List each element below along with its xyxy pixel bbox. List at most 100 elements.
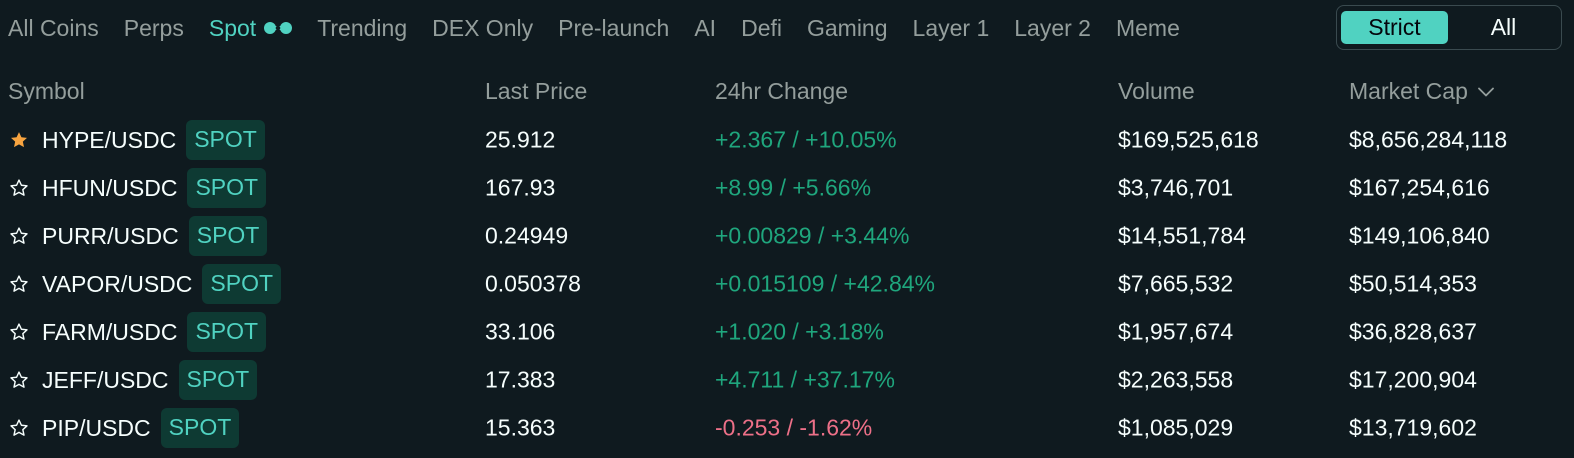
- tab-meme[interactable]: Meme: [1116, 15, 1180, 42]
- all-button[interactable]: All: [1450, 11, 1557, 44]
- tab-label: AI: [694, 14, 717, 41]
- tab-spot[interactable]: Spot: [208, 14, 293, 42]
- 24hr-change: +0.015109 / +42.84%: [715, 270, 935, 297]
- last-price: 17.383: [485, 366, 556, 393]
- column-header-last-price[interactable]: Last Price: [485, 78, 587, 105]
- star-outline-icon[interactable]: [9, 418, 29, 438]
- volume: $1,957,674: [1118, 318, 1234, 345]
- market-cap: $149,106,840: [1349, 222, 1490, 249]
- tab-label: All Coins: [8, 14, 99, 41]
- tab-perps[interactable]: Perps: [124, 15, 184, 42]
- symbol-cell: PIP/USDC SPOT: [42, 408, 240, 448]
- star-outline-icon[interactable]: [9, 322, 29, 342]
- spot-badge: SPOT: [186, 120, 265, 160]
- market-cap: $8,656,284,118: [1349, 126, 1508, 153]
- toggle-icon[interactable]: [264, 20, 293, 36]
- symbol-name: VAPOR/USDC: [42, 270, 193, 297]
- symbol-name: PURR/USDC: [42, 222, 179, 249]
- last-price: 0.050378: [485, 270, 581, 297]
- volume: $3,746,701: [1118, 174, 1234, 201]
- 24hr-change: +1.020 / +3.18%: [715, 318, 884, 345]
- last-price: 33.106: [485, 318, 556, 345]
- table-row[interactable]: PIP/USDC SPOT 15.363 -0.253 / -1.62% $1,…: [0, 404, 1574, 452]
- tab-layer-1[interactable]: Layer 1: [913, 15, 990, 42]
- column-label: Last Price: [485, 78, 588, 104]
- market-filter-tabs: All Coins Perps Spot Trending DEX Only P…: [8, 0, 1205, 56]
- tab-trending[interactable]: Trending: [317, 15, 407, 42]
- tab-label: DEX Only: [432, 14, 534, 41]
- spot-badge: SPOT: [202, 264, 282, 304]
- star-outline-icon[interactable]: [9, 274, 29, 294]
- volume: $1,085,029: [1118, 414, 1234, 441]
- star-outline-icon[interactable]: [9, 370, 29, 390]
- table-row[interactable]: FARM/USDC SPOT 33.106 +1.020 / +3.18% $1…: [0, 308, 1574, 356]
- column-label: Volume: [1118, 78, 1195, 104]
- tab-ai[interactable]: AI: [694, 15, 716, 42]
- symbol-name: HFUN/USDC: [42, 174, 178, 201]
- last-price: 0.24949: [485, 222, 569, 249]
- strict-button[interactable]: Strict: [1341, 11, 1448, 44]
- market-cap: $13,719,602: [1349, 414, 1477, 441]
- tab-label: Gaming: [806, 14, 888, 41]
- table-row[interactable]: HFUN/USDC SPOT 167.93 +8.99 / +5.66% $3,…: [0, 164, 1574, 212]
- tab-pre-launch[interactable]: Pre-launch: [558, 15, 669, 42]
- spot-badge: SPOT: [160, 408, 240, 448]
- spot-badge: SPOT: [178, 360, 258, 400]
- symbol-name: JEFF/USDC: [42, 366, 169, 393]
- tab-defi[interactable]: Defi: [741, 15, 782, 42]
- market-cap: $50,514,353: [1349, 270, 1477, 297]
- tab-label: Layer 2: [1014, 14, 1091, 41]
- tab-all-coins[interactable]: All Coins: [8, 15, 99, 42]
- table-row[interactable]: HYPE/USDC SPOT 25.912 +2.367 / +10.05% $…: [0, 116, 1574, 164]
- strict-all-toggle: Strict All: [1336, 5, 1562, 50]
- column-label: Market Cap: [1349, 78, 1468, 104]
- 24hr-change: +8.99 / +5.66%: [715, 174, 872, 201]
- column-header-symbol[interactable]: Symbol: [8, 78, 85, 105]
- tab-layer-2[interactable]: Layer 2: [1014, 15, 1091, 42]
- column-header-24hr-change[interactable]: 24hr Change: [715, 78, 848, 105]
- symbol-cell: JEFF/USDC SPOT: [42, 360, 258, 400]
- symbol-name: PIP/USDC: [42, 414, 151, 441]
- spot-badge: SPOT: [187, 168, 267, 208]
- volume: $2,263,558: [1118, 366, 1234, 393]
- table-row[interactable]: PURR/USDC SPOT 0.24949 +0.00829 / +3.44%…: [0, 212, 1574, 260]
- column-label: Symbol: [8, 78, 85, 104]
- 24hr-change: -0.253 / -1.62%: [715, 414, 873, 441]
- tab-label: Perps: [123, 14, 184, 41]
- symbol-name: FARM/USDC: [42, 318, 178, 345]
- last-price: 25.912: [485, 126, 556, 153]
- tab-gaming[interactable]: Gaming: [807, 15, 888, 42]
- symbol-cell: FARM/USDC SPOT: [42, 312, 267, 352]
- tab-label: Layer 1: [912, 14, 990, 41]
- column-header-market-cap[interactable]: Market Cap: [1349, 78, 1494, 105]
- market-cap: $36,828,637: [1349, 318, 1477, 345]
- star-outline-icon[interactable]: [9, 178, 29, 198]
- markets-page: All Coins Perps Spot Trending DEX Only P…: [0, 0, 1574, 458]
- table-row[interactable]: JEFF/USDC SPOT 17.383 +4.711 / +37.17% $…: [0, 356, 1574, 404]
- symbol-cell: HFUN/USDC SPOT: [42, 168, 267, 208]
- 24hr-change: +2.367 / +10.05%: [715, 126, 897, 153]
- tab-label: Meme: [1115, 14, 1180, 41]
- column-label: 24hr Change: [715, 78, 848, 104]
- tab-dex-only[interactable]: DEX Only: [432, 15, 533, 42]
- symbol-name: HYPE/USDC: [42, 126, 177, 153]
- spot-badge: SPOT: [188, 216, 268, 256]
- table-header: Symbol Last Price 24hr Change Volume Mar…: [0, 68, 1574, 114]
- column-header-volume[interactable]: Volume: [1118, 78, 1195, 105]
- star-filled-icon[interactable]: [9, 130, 29, 150]
- tab-label: Trending: [317, 14, 408, 41]
- symbol-cell: HYPE/USDC SPOT: [42, 120, 265, 160]
- symbol-cell: PURR/USDC SPOT: [42, 216, 268, 256]
- chevron-down-icon: [1477, 87, 1494, 97]
- last-price: 167.93: [485, 174, 556, 201]
- volume: $14,551,784: [1118, 222, 1246, 249]
- table-row[interactable]: VAPOR/USDC SPOT 0.050378 +0.015109 / +42…: [0, 260, 1574, 308]
- volume: $7,665,532: [1118, 270, 1234, 297]
- tab-label: Spot: [208, 14, 257, 41]
- star-outline-icon[interactable]: [9, 226, 29, 246]
- market-cap: $17,200,904: [1349, 366, 1477, 393]
- 24hr-change: +4.711 / +37.17%: [715, 366, 895, 393]
- tab-label: Pre-launch: [558, 14, 670, 41]
- last-price: 15.363: [485, 414, 556, 441]
- volume: $169,525,618: [1118, 126, 1259, 153]
